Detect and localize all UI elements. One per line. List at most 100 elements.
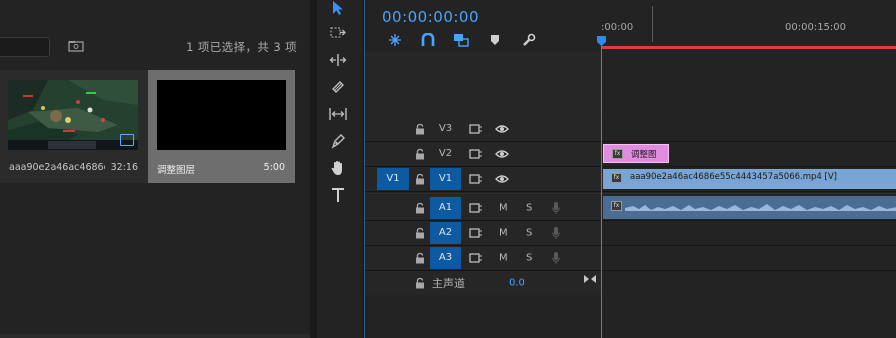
track-area-a3[interactable] <box>601 246 896 270</box>
toggle-track-output-eye-icon[interactable] <box>495 149 509 159</box>
track-target-v2[interactable]: V2 <box>430 143 461 165</box>
project-search-input[interactable] <box>0 37 50 57</box>
selection-count-text: 1 项已选择，共 3 项 <box>186 40 297 54</box>
mute-button[interactable]: M <box>499 253 508 264</box>
track-area-a1[interactable]: fx <box>601 195 896 220</box>
ripple-edit-icon[interactable] <box>325 49 351 71</box>
ruler-label-start: :00:00 <box>601 22 634 33</box>
track-bottom-spacer <box>365 296 896 338</box>
sync-lock-icon[interactable] <box>469 253 483 263</box>
master-volume-value[interactable]: 0.0 <box>509 278 525 289</box>
track-area-a2[interactable] <box>601 221 896 245</box>
track-lock-icon[interactable] <box>415 252 425 264</box>
sync-lock-icon[interactable] <box>469 124 483 134</box>
track-separator <box>365 191 896 192</box>
project-item-adjustment-layer[interactable]: 调整图层 5:00 <box>148 70 295 183</box>
time-ruler[interactable]: :00:00 00:00:15:00 <box>601 0 896 49</box>
track-area-v1[interactable]: fx aaa90e2a46ac4686e55c4443457a5066.mp4 … <box>601 167 896 191</box>
video-audio-divider[interactable] <box>365 193 896 194</box>
type-icon[interactable] <box>325 184 351 206</box>
hand-icon[interactable] <box>325 157 351 179</box>
track-master: 主声道 0.0 <box>365 271 896 295</box>
track-a1: A1 M S fx <box>365 195 896 220</box>
add-marker-icon[interactable] <box>486 31 504 49</box>
clip-duration: 5:00 <box>263 162 285 173</box>
playhead-handle-icon[interactable] <box>597 36 606 46</box>
video-thumbnail <box>8 80 138 150</box>
track-lock-icon[interactable] <box>415 173 425 185</box>
project-footer <box>0 334 310 338</box>
track-lock-icon[interactable] <box>415 148 425 160</box>
mute-button[interactable]: M <box>499 228 508 239</box>
mute-button[interactable]: M <box>499 202 508 213</box>
track-header: V3 <box>365 117 601 141</box>
clip-duration: 32:16 <box>110 162 138 173</box>
project-panel: 1 项已选择，共 3 项 aaa90e2a46ac4686 32:16 调整图层… <box>0 0 310 338</box>
work-area-bar[interactable] <box>601 46 896 49</box>
track-target-a1[interactable]: A1 <box>430 196 461 219</box>
track-header: 主声道 0.0 <box>365 271 601 295</box>
sync-lock-icon[interactable] <box>469 228 483 238</box>
track-header: A1 M S <box>365 195 601 220</box>
track-v2: V2 fx 调整图 <box>365 142 896 166</box>
audio-clip[interactable]: fx <box>603 196 896 219</box>
adjustment-clip-label: 调整图 <box>631 150 657 160</box>
playhead-line[interactable] <box>601 38 602 338</box>
voice-over-mic-icon[interactable] <box>552 227 560 240</box>
track-header: A3 M S <box>365 246 601 270</box>
slip-icon[interactable] <box>325 103 351 125</box>
nest-sequence-icon[interactable] <box>386 31 404 49</box>
sync-lock-icon[interactable] <box>469 174 483 184</box>
video-clip-label: aaa90e2a46ac4686e55c4443457a5066.mp4 [V] <box>630 172 837 182</box>
adjustment-layer-clip[interactable]: fx 调整图 <box>603 144 669 163</box>
playhead-timecode[interactable]: 00:00:00:00 <box>382 8 479 26</box>
voice-over-mic-icon[interactable] <box>552 201 560 214</box>
track-target-a2[interactable]: A2 <box>430 222 461 244</box>
track-target-v1[interactable]: V1 <box>430 168 461 190</box>
track-area-v2[interactable]: fx 调整图 <box>601 142 896 166</box>
track-lock-icon[interactable] <box>415 227 425 239</box>
track-v3: V3 <box>365 117 896 141</box>
voice-over-mic-icon[interactable] <box>552 252 560 265</box>
track-spacer <box>365 52 896 116</box>
project-item-video[interactable]: aaa90e2a46ac4686e5... 32:16 <box>0 70 148 183</box>
go-to-in-out-icon[interactable] <box>583 274 597 284</box>
track-select-forward-icon[interactable] <box>325 22 351 44</box>
selection-tool-icon[interactable] <box>325 0 351 19</box>
new-bin-icon[interactable] <box>68 40 84 52</box>
adjustment-thumbnail <box>157 80 286 150</box>
pen-icon[interactable] <box>325 130 351 152</box>
timeline-settings-icon[interactable] <box>520 31 538 49</box>
timeline-panel: 00:00:00:00 :00:00 00:00:15:00 V3 V2 fx … <box>364 0 896 338</box>
source-patch-v1[interactable]: V1 <box>377 168 409 190</box>
ruler-label-15s: 00:00:15:00 <box>785 22 847 33</box>
track-header <box>365 52 601 116</box>
tools-panel <box>316 0 362 338</box>
linked-selection-icon[interactable] <box>452 31 470 49</box>
track-v1: V1 V1 fx aaa90e2a46ac4686e55c4443457a506… <box>365 167 896 191</box>
clip-name: aaa90e2a46ac4686e5... <box>9 162 105 173</box>
toggle-track-output-eye-icon[interactable] <box>495 174 509 184</box>
razor-icon[interactable] <box>325 76 351 98</box>
video-clip[interactable]: fx aaa90e2a46ac4686e55c4443457a5066.mp4 … <box>603 169 896 189</box>
track-target-a3[interactable]: A3 <box>430 247 461 269</box>
track-lock-icon[interactable] <box>415 202 425 213</box>
video-type-badge-icon <box>120 134 134 146</box>
snap-icon[interactable] <box>419 31 437 49</box>
solo-button[interactable]: S <box>526 253 532 264</box>
solo-button[interactable]: S <box>526 228 532 239</box>
track-a2: A2 M S <box>365 221 896 245</box>
fx-badge-icon: fx <box>611 173 622 183</box>
track-lock-icon[interactable] <box>415 123 425 135</box>
track-header <box>365 296 601 338</box>
track-target-v3[interactable]: V3 <box>430 118 461 140</box>
solo-button[interactable]: S <box>526 202 532 213</box>
toggle-track-output-eye-icon[interactable] <box>495 124 509 134</box>
track-area-v3[interactable] <box>601 117 896 141</box>
sync-lock-icon[interactable] <box>469 149 483 159</box>
track-area-master[interactable] <box>601 271 896 295</box>
fx-badge-icon: fx <box>612 149 623 159</box>
track-lock-icon[interactable] <box>415 277 425 289</box>
sync-lock-icon[interactable] <box>469 202 483 213</box>
track-header: A2 M S <box>365 221 601 245</box>
